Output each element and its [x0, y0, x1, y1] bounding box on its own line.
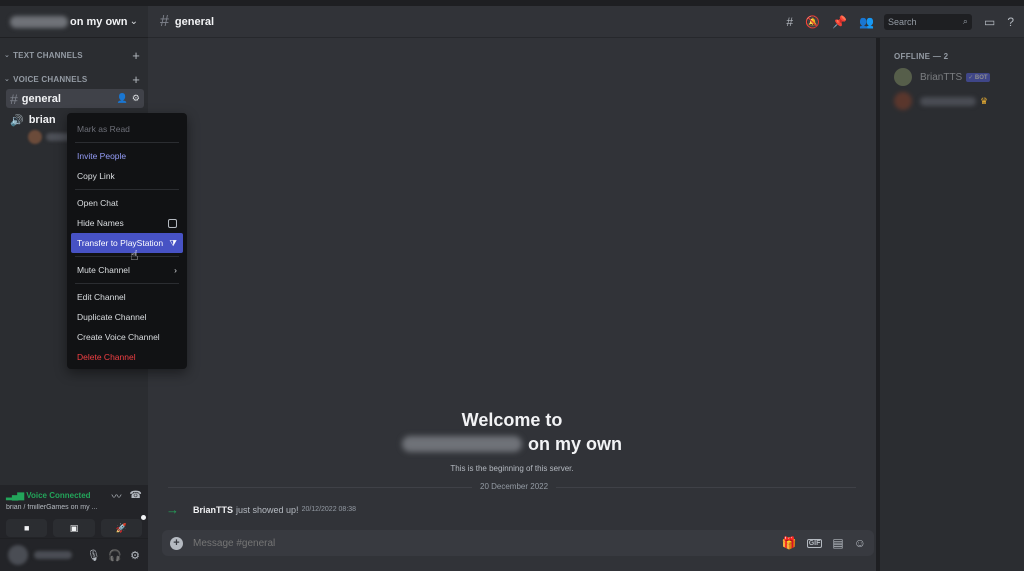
member-list: OFFLINE — 2 BrianTTS ✓ BOT ♛ — [880, 38, 1024, 571]
camera-icon: ■ — [23, 523, 30, 533]
menu-separator — [75, 256, 179, 257]
username-redacted — [34, 551, 72, 559]
member-name: BrianTTS — [920, 71, 963, 83]
menu-item-hide-names[interactable]: Hide Names — [71, 213, 183, 233]
invite-icon[interactable]: 👤 — [117, 93, 128, 104]
server-name-redacted — [402, 436, 522, 452]
add-channel-icon[interactable]: + — [132, 48, 140, 63]
playstation-icon: ⧩ — [169, 237, 177, 248]
avatar — [894, 92, 912, 110]
help-icon[interactable]: ? — [1007, 15, 1014, 29]
message-input[interactable] — [193, 537, 772, 549]
notification-dot — [140, 515, 146, 520]
system-message: → BrianTTS just showed up! 20/12/2022 08… — [166, 502, 356, 517]
add-channel-icon[interactable]: + — [132, 72, 140, 87]
gear-icon[interactable]: ⚙ — [132, 93, 140, 104]
microphone-icon[interactable]: 🎙 — [86, 549, 100, 562]
speaker-icon: 🔊 — [10, 114, 24, 127]
message-author[interactable]: BrianTTS — [193, 505, 233, 515]
member-item[interactable]: BrianTTS ✓ BOT — [888, 65, 1016, 89]
message-composer: + 🎁 GIF ▤ ☺ — [162, 530, 874, 556]
chevron-down-icon[interactable]: ⌄ — [130, 16, 138, 27]
member-name-redacted — [920, 96, 976, 106]
server-header[interactable]: on my own ⌄ — [0, 6, 148, 38]
channel-title: general — [174, 15, 215, 28]
menu-item-create-voice-channel[interactable]: Create Voice Channel — [71, 327, 183, 347]
category-label: TEXT CHANNELS — [13, 50, 83, 60]
message-timestamp: 20/12/2022 08:38 — [301, 506, 357, 513]
notification-mute-icon[interactable]: 🔕 — [805, 15, 820, 29]
voice-connection-panel: ▂▄▆ Voice Connected 〰 ☎ brian / fmillerG… — [0, 485, 148, 539]
bot-badge: ✓ BOT — [966, 72, 990, 82]
gif-icon[interactable]: GIF — [806, 538, 823, 548]
voice-status[interactable]: Voice Connected — [26, 491, 103, 500]
screen-share-icon: ▣ — [69, 522, 79, 533]
hash-icon: # — [160, 12, 169, 30]
members-heading: OFFLINE — 2 — [894, 52, 949, 61]
activities-button[interactable]: 🚀 — [100, 515, 146, 537]
screen-share-button[interactable]: ▣ — [53, 519, 95, 537]
menu-item-mark-as-read[interactable]: Mark as Read — [71, 119, 183, 139]
sticker-icon[interactable]: ▤ — [832, 536, 843, 550]
hash-icon: # — [10, 90, 18, 107]
avatar[interactable] — [8, 545, 28, 565]
channel-label: brian — [28, 114, 56, 126]
menu-item-invite-people[interactable]: Invite People — [71, 146, 183, 166]
channel-general[interactable]: # general 👤 ⚙ — [6, 89, 144, 108]
date-divider-label: 20 December 2022 — [472, 482, 557, 491]
members-icon[interactable]: 👥 — [859, 15, 874, 29]
menu-separator — [75, 189, 179, 190]
inbox-icon[interactable]: ▭ — [984, 15, 995, 29]
menu-separator — [75, 142, 179, 143]
category-text-channels[interactable]: ⌄ TEXT CHANNELS + — [0, 48, 148, 63]
signal-icon[interactable]: ▂▄▆ — [6, 490, 24, 501]
disconnect-icon[interactable]: ☎ — [130, 490, 142, 501]
join-arrow-icon: → — [166, 502, 179, 517]
gift-icon[interactable]: 🎁 — [782, 536, 797, 550]
message-text: just showed up! — [236, 504, 299, 515]
welcome-server-suffix: on my own — [528, 434, 622, 454]
channel-header: # general # 🔕 📌 👥 Search ⌕ ▭ ? — [148, 6, 1024, 38]
server-name-redacted — [10, 15, 68, 28]
checkbox-icon[interactable] — [168, 218, 177, 228]
noise-suppression-icon[interactable]: 〰 — [112, 488, 122, 503]
welcome-block: Welcome to on my own This is the beginni… — [148, 408, 876, 473]
attach-plus-icon[interactable]: + — [170, 536, 183, 550]
welcome-subtitle: This is the beginning of this server. — [450, 464, 574, 473]
category-label: VOICE CHANNELS — [13, 74, 88, 84]
menu-item-duplicate-channel[interactable]: Duplicate Channel — [71, 307, 183, 327]
menu-item-edit-channel[interactable]: Edit Channel — [71, 287, 183, 307]
member-item[interactable]: ♛ — [888, 89, 1016, 113]
hand-cursor-icon: ☝ — [130, 247, 139, 263]
menu-item-mute-channel[interactable]: Mute Channel › — [71, 260, 183, 280]
category-voice-channels[interactable]: ⌄ VOICE CHANNELS + — [0, 72, 148, 87]
user-panel: 🎙 🎧 ⚙ — [0, 539, 148, 571]
search-icon: ⌕ — [962, 16, 968, 26]
channel-label: general — [21, 92, 61, 105]
rocket-icon: 🚀 — [115, 522, 127, 533]
crown-icon: ♛ — [980, 95, 989, 106]
server-name: on my own — [70, 15, 128, 28]
headphones-icon[interactable]: 🎧 — [108, 549, 122, 562]
voice-subtitle: brian / fmillerGames on my ... — [6, 504, 98, 511]
channel-context-menu: Mark as Read Invite People Copy Link Ope… — [67, 113, 187, 369]
threads-icon[interactable]: # — [786, 15, 793, 29]
chevron-down-icon: ⌄ — [4, 76, 11, 83]
avatar — [894, 68, 912, 86]
menu-item-transfer-to-playstation[interactable]: Transfer to PlayStation ⧩ — [71, 233, 183, 253]
welcome-title: Welcome to — [461, 410, 563, 430]
menu-item-open-chat[interactable]: Open Chat — [71, 193, 183, 213]
chevron-down-icon: ⌄ — [4, 52, 11, 59]
pin-icon[interactable]: 📌 — [832, 15, 847, 29]
menu-item-copy-link[interactable]: Copy Link — [71, 166, 183, 186]
gear-icon[interactable]: ⚙ — [130, 549, 140, 562]
avatar — [28, 130, 42, 144]
camera-button[interactable]: ■ — [6, 519, 48, 537]
emoji-icon[interactable]: ☺ — [854, 536, 866, 550]
search-placeholder: Search — [887, 16, 917, 27]
menu-item-delete-channel[interactable]: Delete Channel — [71, 347, 183, 367]
chevron-right-icon: › — [174, 265, 177, 275]
menu-separator — [75, 283, 179, 284]
search-input[interactable]: Search ⌕ — [883, 13, 972, 30]
